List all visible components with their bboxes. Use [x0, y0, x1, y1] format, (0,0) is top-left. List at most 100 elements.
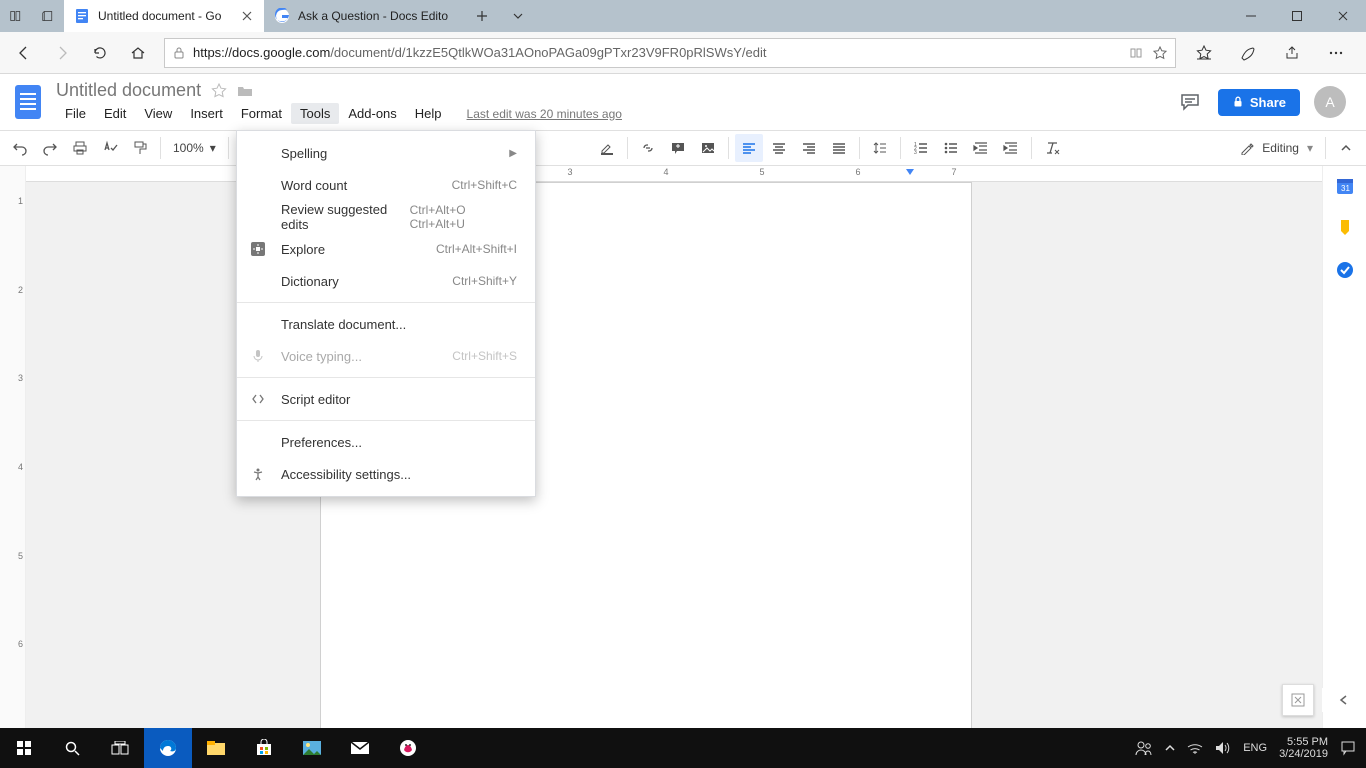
address-bar[interactable]: https://docs.google.com/document/d/1kzzE… — [164, 38, 1176, 68]
menu-edit[interactable]: Edit — [95, 103, 135, 124]
language-indicator[interactable]: ENG — [1243, 742, 1267, 754]
insert-image-button[interactable] — [694, 134, 722, 162]
tab-inactive[interactable]: Ask a Question - Docs Edito — [264, 0, 464, 32]
align-left-button[interactable] — [735, 134, 763, 162]
task-view-button[interactable] — [96, 728, 144, 768]
lock-icon — [173, 47, 185, 59]
volume-icon[interactable] — [1215, 741, 1231, 755]
document-title[interactable]: Untitled document — [56, 80, 201, 101]
close-window-button[interactable] — [1320, 0, 1366, 32]
people-icon[interactable] — [1135, 740, 1153, 756]
settings-more-button[interactable] — [1316, 35, 1356, 71]
set-tabs-aside-icon[interactable] — [32, 0, 64, 32]
menu-addons[interactable]: Add-ons — [339, 103, 405, 124]
menu-format[interactable]: Format — [232, 103, 291, 124]
mail-icon[interactable] — [336, 728, 384, 768]
favorites-button[interactable] — [1184, 35, 1224, 71]
align-center-button[interactable] — [765, 134, 793, 162]
docs-icon — [74, 8, 90, 24]
show-side-panel-button[interactable] — [1322, 688, 1366, 712]
tabs-aside-icon[interactable] — [0, 0, 32, 32]
tools-spelling[interactable]: Spelling ▶ — [237, 137, 535, 169]
home-button[interactable] — [120, 35, 156, 71]
mode-selector[interactable]: Editing ▾ — [1240, 141, 1319, 155]
keep-icon[interactable] — [1335, 218, 1355, 238]
menu-tools[interactable]: Tools — [291, 103, 339, 124]
network-icon[interactable] — [1187, 742, 1203, 754]
menu-insert[interactable]: Insert — [181, 103, 232, 124]
app-icon[interactable] — [384, 728, 432, 768]
search-button[interactable] — [48, 728, 96, 768]
indent-marker-right[interactable] — [906, 169, 914, 175]
star-icon[interactable] — [211, 83, 227, 99]
redo-button[interactable] — [36, 134, 64, 162]
action-center-icon[interactable] — [1340, 740, 1356, 756]
print-button[interactable] — [66, 134, 94, 162]
tab-active[interactable]: Untitled document - Go — [64, 0, 264, 32]
tools-accessibility[interactable]: Accessibility settings... — [237, 458, 535, 490]
refresh-button[interactable] — [82, 35, 118, 71]
share-browser-button[interactable] — [1272, 35, 1312, 71]
new-tab-button[interactable] — [464, 0, 500, 32]
spellcheck-button[interactable] — [96, 134, 124, 162]
tools-preferences[interactable]: Preferences... — [237, 426, 535, 458]
menu-view[interactable]: View — [135, 103, 181, 124]
favorite-icon[interactable] — [1153, 46, 1167, 60]
tools-translate[interactable]: Translate document... — [237, 308, 535, 340]
undo-button[interactable] — [6, 134, 34, 162]
tasks-icon[interactable] — [1335, 260, 1355, 280]
numbered-list-button[interactable]: 123 — [907, 134, 935, 162]
tools-word-count[interactable]: Word count Ctrl+Shift+C — [237, 169, 535, 201]
account-avatar[interactable]: A — [1314, 86, 1346, 118]
insert-link-button[interactable] — [634, 134, 662, 162]
store-icon[interactable] — [240, 728, 288, 768]
file-explorer-icon[interactable] — [192, 728, 240, 768]
highlight-color-button[interactable] — [593, 134, 621, 162]
menu-help[interactable]: Help — [406, 103, 451, 124]
back-button[interactable] — [6, 35, 42, 71]
tools-script-editor[interactable]: Script editor — [237, 383, 535, 415]
docs-toolbar: 100%▾ Normal 123 Editing ▾ — [0, 130, 1366, 166]
increase-indent-button[interactable] — [997, 134, 1025, 162]
system-clock[interactable]: 5:55 PM 3/24/2019 — [1279, 736, 1328, 760]
folder-icon[interactable] — [237, 83, 253, 99]
tab-actions-button[interactable] — [500, 0, 536, 32]
tools-explore[interactable]: Explore Ctrl+Alt+Shift+I — [237, 233, 535, 265]
insert-comment-button[interactable] — [664, 134, 692, 162]
vertical-ruler: 123456 — [0, 166, 26, 728]
reading-view-icon[interactable] — [1129, 46, 1143, 60]
maximize-button[interactable] — [1274, 0, 1320, 32]
docs-logo[interactable] — [8, 82, 48, 122]
align-right-button[interactable] — [795, 134, 823, 162]
side-panel-rail: 31 — [1322, 166, 1366, 728]
paint-format-button[interactable] — [126, 134, 154, 162]
share-button[interactable]: Share — [1218, 89, 1300, 116]
line-spacing-button[interactable] — [866, 134, 894, 162]
tray-overflow-icon[interactable] — [1165, 743, 1175, 753]
calendar-icon[interactable]: 31 — [1335, 176, 1355, 196]
zoom-selector[interactable]: 100%▾ — [167, 141, 222, 155]
align-justify-button[interactable] — [825, 134, 853, 162]
tools-dictionary[interactable]: Dictionary Ctrl+Shift+Y — [237, 265, 535, 297]
notes-button[interactable] — [1228, 35, 1268, 71]
tab-title: Untitled document - Go — [98, 9, 232, 23]
chevron-down-icon: ▾ — [210, 141, 216, 155]
tools-review-suggested[interactable]: Review suggested edits Ctrl+Alt+O Ctrl+A… — [237, 201, 535, 233]
close-icon[interactable] — [240, 9, 254, 23]
clear-formatting-button[interactable] — [1038, 134, 1066, 162]
tools-voice-typing: Voice typing... Ctrl+Shift+S — [237, 340, 535, 372]
photos-icon[interactable] — [288, 728, 336, 768]
menu-file[interactable]: File — [56, 103, 95, 124]
forward-button[interactable] — [44, 35, 80, 71]
comments-button[interactable] — [1176, 88, 1204, 116]
bulleted-list-button[interactable] — [937, 134, 965, 162]
start-button[interactable] — [0, 728, 48, 768]
minimize-button[interactable] — [1228, 0, 1274, 32]
decrease-indent-button[interactable] — [967, 134, 995, 162]
svg-text:31: 31 — [1341, 184, 1350, 193]
edge-app-icon[interactable] — [144, 728, 192, 768]
hide-menus-button[interactable] — [1332, 134, 1360, 162]
docs-app: Untitled document File Edit View Insert … — [0, 74, 1366, 728]
last-edit-link[interactable]: Last edit was 20 minutes ago — [467, 107, 622, 121]
explore-button[interactable] — [1282, 684, 1314, 716]
